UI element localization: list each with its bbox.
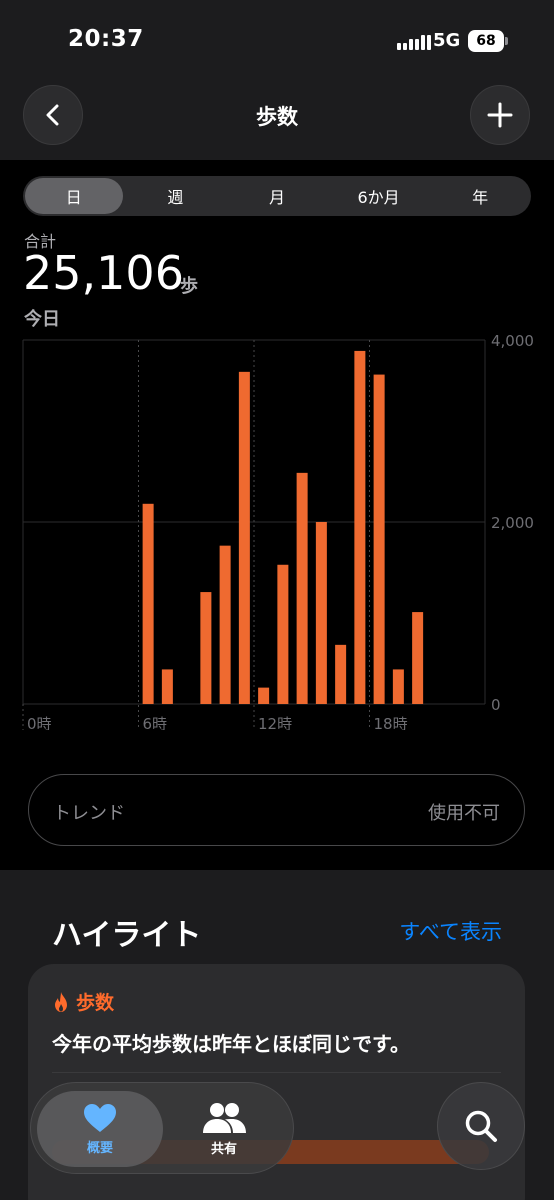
range-tab-3[interactable]: 6か月 xyxy=(330,178,428,214)
trend-value: 使用不可 xyxy=(428,803,500,824)
trend-row[interactable]: トレンド 使用不可 xyxy=(28,774,525,846)
range-tab-2[interactable]: 月 xyxy=(228,178,326,214)
tab-sharing-label: 共有 xyxy=(210,1141,237,1157)
battery-tip xyxy=(505,37,508,45)
date-label: 今日 xyxy=(24,309,60,330)
y-tick-label: 4,000 xyxy=(491,332,534,350)
y-tick-label: 0 xyxy=(491,696,501,714)
chart-bar xyxy=(354,350,366,704)
range-tab-1[interactable]: 週 xyxy=(127,178,225,214)
chart-bar xyxy=(335,644,347,704)
steps-chart[interactable]: 0 2,000 4,000 0時 6時 12時 18時 xyxy=(0,330,554,730)
status-bar: 20:37 5G 68 xyxy=(0,0,554,70)
chart-bar xyxy=(219,545,231,704)
nav-header: 歩数 xyxy=(0,70,554,160)
steps-detail: 日週月 6か月年 合計 25,106 歩 今日 0 2,000 4,000 0時 6時 12… xyxy=(0,160,554,870)
card-category-label: 歩数 xyxy=(76,992,115,1014)
chart-bar xyxy=(238,371,250,704)
y-tick-label: 2,000 xyxy=(491,514,534,532)
network-type: 5G xyxy=(433,30,461,51)
tab-summary[interactable]: 概要 xyxy=(37,1091,163,1167)
show-all-link[interactable]: すべて表示 xyxy=(399,916,502,946)
heart-icon xyxy=(84,1103,116,1132)
highlights-title: ハイライト xyxy=(52,918,202,953)
x-tick-label: 12時 xyxy=(258,715,292,730)
chart-bar xyxy=(296,472,308,704)
chart-bar xyxy=(392,669,404,704)
plus-icon xyxy=(487,102,513,128)
total-unit: 歩 xyxy=(180,276,198,297)
chart-bar xyxy=(277,564,289,704)
card-divider xyxy=(52,1072,501,1073)
tab-bar: 概要 共有 xyxy=(30,1082,294,1174)
search-button[interactable] xyxy=(437,1082,525,1170)
add-data-button[interactable] xyxy=(470,85,530,145)
battery-icon: 68 xyxy=(468,30,504,52)
range-selector: 日週月 6か月年 xyxy=(23,176,531,216)
x-tick-label: 18時 xyxy=(374,715,408,730)
people-icon xyxy=(203,1102,246,1133)
signal-icon xyxy=(397,32,431,50)
card-category: 歩数 xyxy=(52,988,114,1015)
status-time: 20:37 xyxy=(68,26,144,52)
x-tick-label: 6時 xyxy=(143,715,168,730)
tab-sharing[interactable]: 共有 xyxy=(161,1091,287,1167)
tab-summary-label: 概要 xyxy=(86,1140,113,1156)
range-tab-4[interactable]: 年 xyxy=(431,178,529,214)
trend-label: トレンド xyxy=(53,803,125,824)
flame-icon xyxy=(55,991,67,1012)
chart-bar xyxy=(373,374,385,704)
chart-bar xyxy=(258,687,270,704)
battery-level: 68 xyxy=(476,33,496,49)
chart-bar xyxy=(161,669,173,704)
card-text: 今年の平均歩数は昨年とほぼ同じです。 xyxy=(52,1032,410,1056)
chart-bar xyxy=(142,503,154,704)
total-value: 25,106 xyxy=(23,246,184,300)
x-tick-label: 0時 xyxy=(27,715,52,730)
chart-bar xyxy=(412,612,424,704)
search-icon xyxy=(465,1110,497,1142)
chart-bar xyxy=(315,522,327,704)
chart-bar xyxy=(200,592,212,704)
range-tab-0[interactable]: 日 xyxy=(25,178,123,214)
